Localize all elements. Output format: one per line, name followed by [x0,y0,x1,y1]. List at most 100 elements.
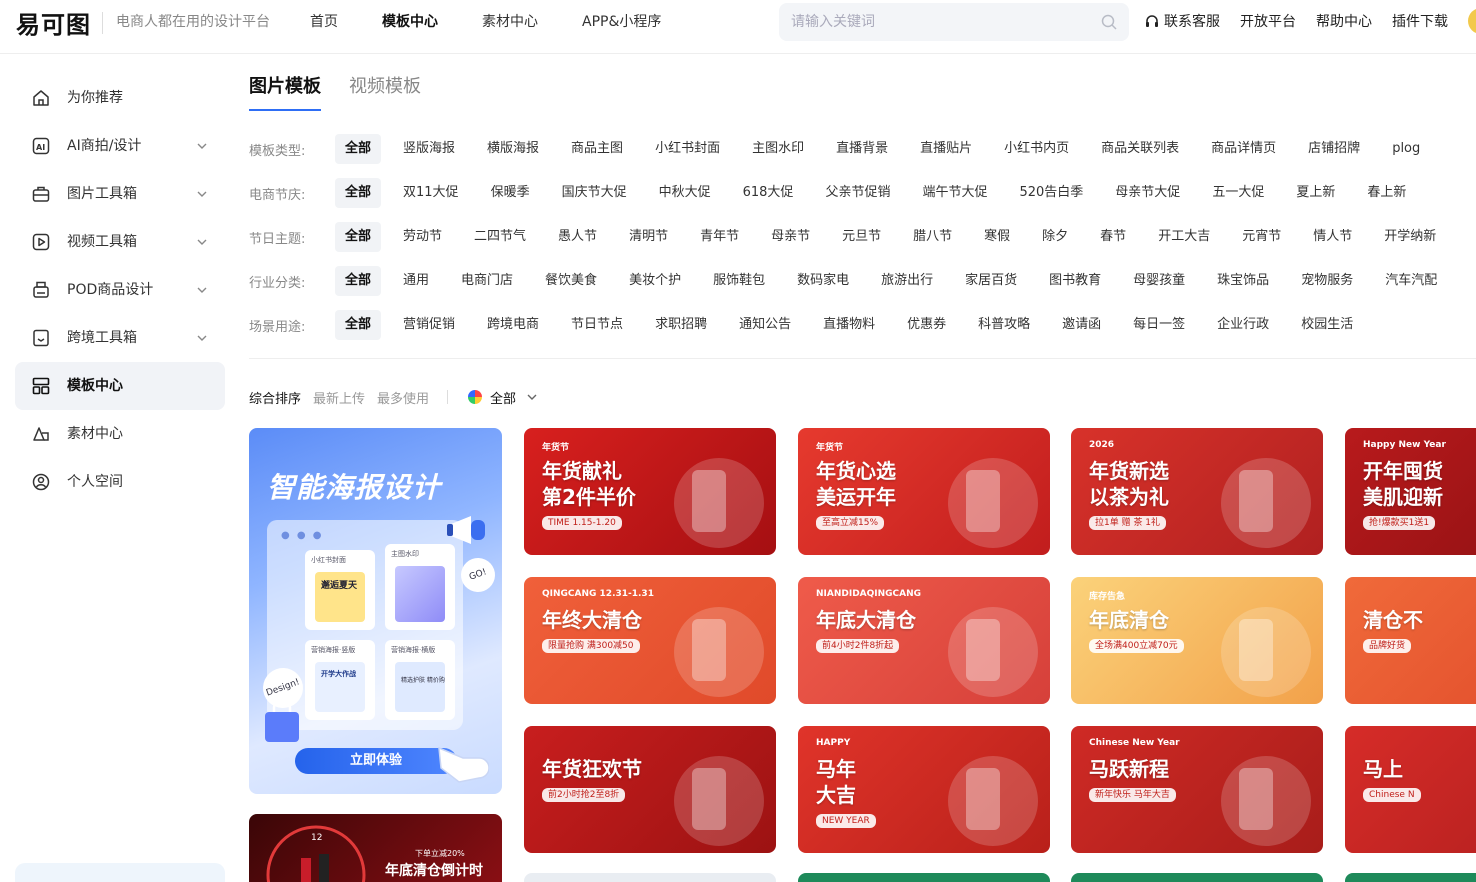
sidebar-item-recommend[interactable]: 为你推荐 [15,74,225,122]
contact-support-link[interactable]: 联系客服 [1144,13,1220,31]
filter-chip[interactable]: plog [1382,134,1430,164]
filter-chip[interactable]: 通知公告 [729,310,801,340]
filter-chip[interactable]: 校园生活 [1291,310,1363,340]
filter-chip[interactable]: 愚人节 [548,222,607,252]
filter-chip[interactable]: 小红书封面 [645,134,730,164]
sidebar-item-personal[interactable]: 个人空间 [15,458,225,506]
filter-chip[interactable]: 邀请函 [1052,310,1111,340]
filter-chip[interactable]: 数码家电 [787,266,859,296]
filter-chip[interactable]: 营销促销 [393,310,465,340]
filter-chip[interactable]: 双11大促 [393,178,469,208]
filter-chip[interactable]: 清明节 [619,222,678,252]
filter-chip[interactable]: 父亲节促销 [815,178,900,208]
partial-card[interactable] [798,873,1050,882]
filter-chip[interactable]: 优惠券 [897,310,956,340]
filter-chip[interactable]: 科普攻略 [968,310,1040,340]
template-card[interactable]: 2026 年货新选 以茶为礼 拉1单 赠 茶 1礼 [1071,428,1323,555]
filter-chip[interactable]: 开学纳新 [1374,222,1446,252]
search-input[interactable] [779,3,1079,41]
sidebar-item-video-tools[interactable]: 视频工具箱 [15,218,225,266]
filter-chip[interactable]: 520告白季 [1009,178,1093,208]
filter-chip[interactable]: 商品关联列表 [1091,134,1189,164]
logo[interactable]: 易可图 [14,8,93,42]
filter-chip[interactable]: 每日一签 [1123,310,1195,340]
filter-chip[interactable]: 端午节大促 [912,178,997,208]
search-icon[interactable] [1101,14,1117,30]
sidebar-item-templates[interactable]: 模板中心 [15,362,225,410]
template-card[interactable]: 年货狂欢节 前2小时抢2至8折 [524,726,776,853]
template-card-clearance-countdown[interactable]: 12 下单立减20% 年底清仓倒计时 [249,814,502,882]
filter-chip[interactable]: 店铺招牌 [1298,134,1370,164]
sidebar-item-ai[interactable]: AI AI商拍/设计 [15,122,225,170]
filter-chip[interactable]: 开工大吉 [1148,222,1220,252]
partial-card[interactable] [524,873,776,882]
template-card[interactable]: 年货节 年货献礼 第2件半价 TIME 1.15-1.20 [524,428,776,555]
template-card[interactable]: 马上 Chinese N [1345,726,1476,853]
nav-templates[interactable]: 模板中心 [382,13,438,31]
filter-chip[interactable]: 图书教育 [1039,266,1111,296]
filter-chip[interactable]: 商品主图 [561,134,633,164]
filter-chip[interactable]: 除夕 [1032,222,1078,252]
filter-chip[interactable]: 元宵节 [1232,222,1291,252]
filter-chip[interactable]: 美妆个护 [619,266,691,296]
filter-chip[interactable]: 全部 [335,178,382,208]
template-card[interactable]: NIANDIDAQINGCANG 年底大清仓 前4小时2件8折起 [798,577,1050,704]
filter-chip[interactable]: 五一大促 [1202,178,1274,208]
sidebar-item-image-tools[interactable]: 图片工具箱 [15,170,225,218]
avatar[interactable] [1468,8,1476,34]
chevron-down-icon[interactable] [526,391,538,403]
filter-chip[interactable]: 通用 [393,266,439,296]
filter-chip[interactable]: 中秋大促 [649,178,721,208]
filter-chip[interactable]: 节日节点 [561,310,633,340]
filter-chip[interactable]: 宠物服务 [1291,266,1363,296]
filter-chip[interactable]: 商品详情页 [1201,134,1286,164]
template-card[interactable]: QINGCANG 12.31-1.31 年终大清仓 限量抢购 满300减50 [524,577,776,704]
template-card[interactable]: Chinese New Year 马跃新程 新年快乐 马年大吉 [1071,726,1323,853]
sort-latest[interactable]: 最新上传 [313,388,365,407]
filter-chip[interactable]: 情人节 [1303,222,1362,252]
sidebar-promo-banner[interactable] [15,863,225,882]
sidebar-item-materials[interactable]: 素材中心 [15,410,225,458]
sidebar-item-pod[interactable]: POD商品设计 [15,266,225,314]
filter-chip[interactable]: 春节 [1090,222,1136,252]
filter-chip[interactable]: 保暖季 [481,178,540,208]
filter-chip[interactable]: 餐饮美食 [535,266,607,296]
template-card[interactable]: 年货节 年货心选 美运开年 至高立减15% [798,428,1050,555]
filter-chip[interactable]: 竖版海报 [393,134,465,164]
sort-most-used[interactable]: 最多使用 [377,388,429,407]
filter-chip[interactable]: 电商门店 [451,266,523,296]
tab-video-templates[interactable]: 视频模板 [349,75,421,99]
filter-chip[interactable]: 全部 [335,266,382,296]
filter-chip[interactable]: 618大促 [733,178,804,208]
partial-card[interactable] [1345,873,1476,882]
filter-chip[interactable]: 全部 [335,310,382,340]
filter-chip[interactable]: 元旦节 [832,222,891,252]
template-card[interactable]: Happy New Year 开年囤货 美肌迎新 抢!爆款买1送1 [1345,428,1476,555]
template-card[interactable]: 清仓不 品牌好货 [1345,577,1476,704]
sort-comprehensive[interactable]: 综合排序 [249,388,301,407]
filter-chip[interactable]: 母婴孩童 [1123,266,1195,296]
plugin-download-link[interactable]: 插件下载 [1392,13,1448,31]
template-card[interactable]: HAPPY 马年 大吉 NEW YEAR [798,726,1050,853]
filter-chip[interactable]: 直播贴片 [910,134,982,164]
filter-chip[interactable]: 国庆节大促 [552,178,637,208]
partial-card[interactable] [1071,873,1323,882]
filter-chip[interactable]: 企业行政 [1207,310,1279,340]
filter-chip[interactable]: 旅游出行 [871,266,943,296]
nav-home[interactable]: 首页 [310,13,338,31]
filter-chip[interactable]: 劳动节 [393,222,452,252]
filter-chip[interactable]: 二四节气 [464,222,536,252]
filter-chip[interactable]: 青年节 [690,222,749,252]
nav-app[interactable]: APP&小程序 [582,13,661,31]
color-filter-label[interactable]: 全部 [490,388,516,407]
template-card[interactable]: 库存告急 年底清仓 全场满400立减70元 [1071,577,1323,704]
filter-chip[interactable]: 汽车汽配 [1375,266,1447,296]
filter-chip[interactable]: 小红书内页 [994,134,1079,164]
filter-chip[interactable]: 跨境电商 [477,310,549,340]
filter-chip[interactable]: 腊八节 [903,222,962,252]
help-center-link[interactable]: 帮助中心 [1316,13,1372,31]
filter-chip[interactable]: 直播物料 [813,310,885,340]
filter-chip[interactable]: 服饰鞋包 [703,266,775,296]
filter-chip[interactable]: 全部 [335,134,382,164]
filter-chip[interactable]: 家居百货 [955,266,1027,296]
